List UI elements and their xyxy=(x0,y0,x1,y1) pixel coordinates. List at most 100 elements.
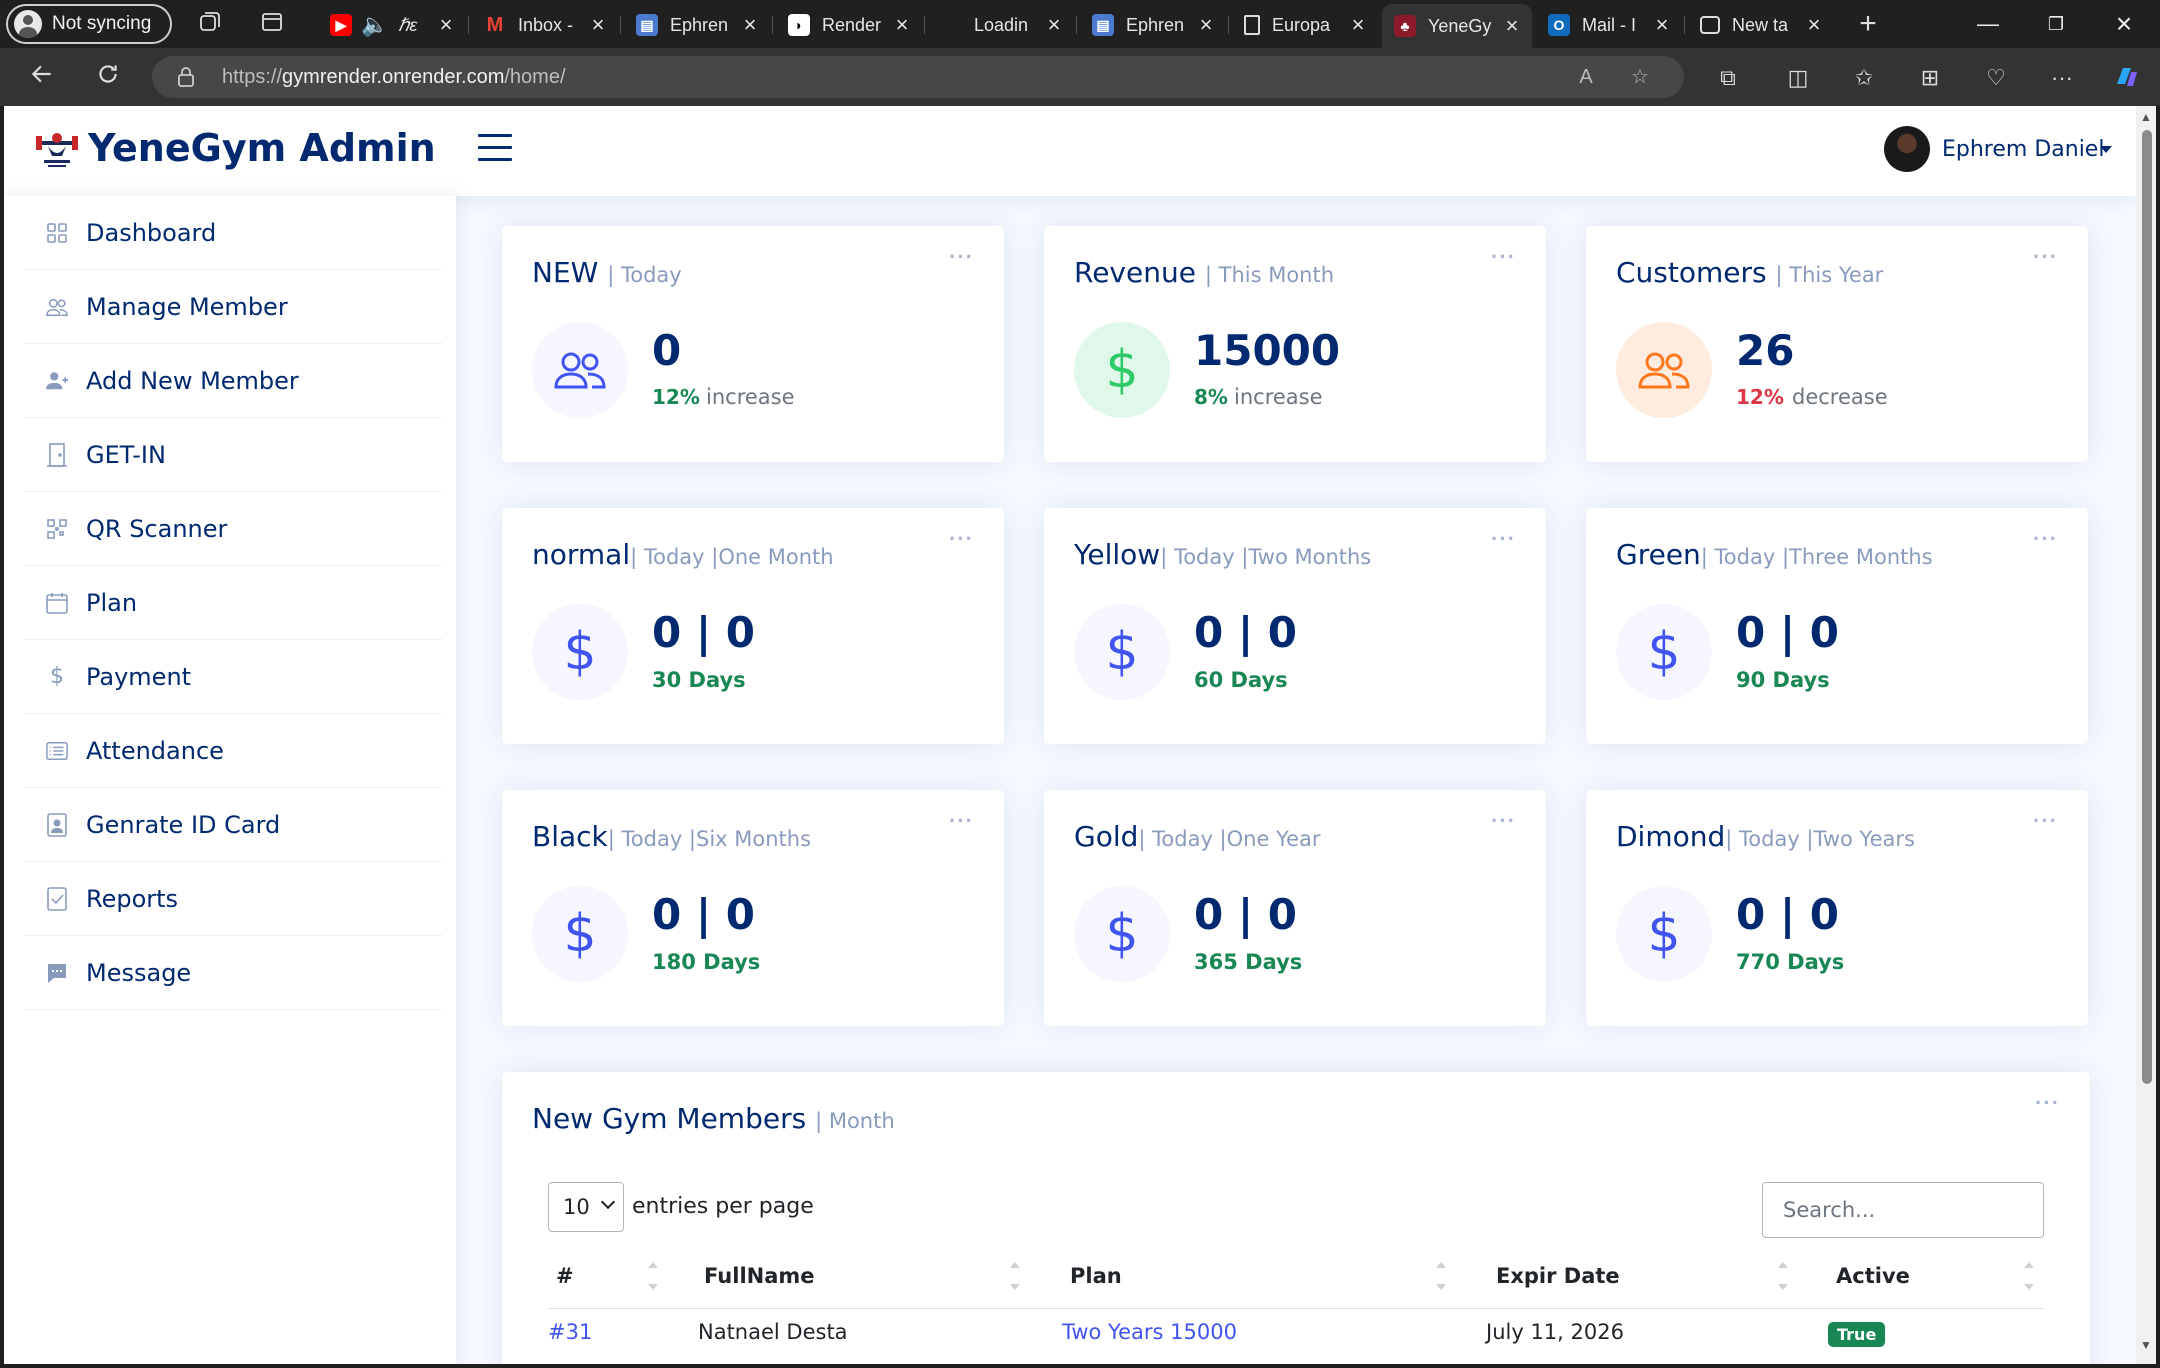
tab-close-icon[interactable]: × xyxy=(1650,12,1674,38)
collections-icon[interactable]: ⊞ xyxy=(1914,62,1946,94)
tab-actions-icon[interactable] xyxy=(258,10,286,38)
card-options-icon[interactable]: ··· xyxy=(1491,808,1516,834)
scroll-down-arrow-icon[interactable]: ▼ xyxy=(2140,1338,2152,1352)
sidebar-item-attendance[interactable]: Attendance xyxy=(24,714,442,788)
stat-trend: decrease xyxy=(1792,385,1888,409)
back-button[interactable] xyxy=(24,60,60,96)
card-options-icon[interactable]: ··· xyxy=(1491,526,1516,552)
address-bar[interactable]: https://gymrender.onrender.com/home/ A ☆ xyxy=(152,56,1684,98)
favorites-icon[interactable]: ✩ xyxy=(1848,62,1880,94)
plan-card-black: ··· Black| Today |Six Months $ 0 | 0 180… xyxy=(502,790,1004,1026)
card-options-icon[interactable]: ··· xyxy=(2033,244,2058,270)
new-tab-button[interactable]: + xyxy=(1854,9,1882,39)
sort-icon[interactable] xyxy=(2024,1262,2034,1296)
tab-outlook[interactable]: O Mail - I × xyxy=(1536,4,1682,46)
card-title: normal| Today |One Month xyxy=(532,538,834,571)
gym-logo-icon[interactable] xyxy=(34,126,80,172)
page-scrollbar[interactable]: ▲ ▼ xyxy=(2136,106,2156,1364)
sidebar-item-add-new-member[interactable]: Add New Member xyxy=(24,344,442,418)
people-icon xyxy=(46,296,68,318)
plan-card-normal: ··· normal| Today |One Month $ 0 | 0 30 … xyxy=(502,508,1004,744)
sidebar-item-get-in[interactable]: GET-IN xyxy=(24,418,442,492)
sort-icon[interactable] xyxy=(1010,1262,1020,1296)
sidebar-item-payment[interactable]: $ Payment xyxy=(24,640,442,714)
dollar-icon: $ xyxy=(1616,886,1712,982)
extensions-icon[interactable]: ⧉ xyxy=(1712,62,1744,94)
sort-icon[interactable] xyxy=(1436,1262,1446,1296)
sidebar-item-qr-scanner[interactable]: QR Scanner xyxy=(24,492,442,566)
stat-value: 15000 xyxy=(1194,326,1341,375)
browser-toolbar: https://gymrender.onrender.com/home/ A ☆… xyxy=(0,48,2160,106)
tab-close-icon[interactable]: × xyxy=(434,12,458,38)
card-options-icon[interactable]: ··· xyxy=(949,244,974,270)
scrollbar-thumb[interactable] xyxy=(2142,130,2152,1084)
sort-icon[interactable] xyxy=(1778,1262,1788,1296)
tab-youtube[interactable]: ▶ 🔈 ℏε × xyxy=(318,4,466,46)
sort-icon[interactable] xyxy=(648,1262,658,1296)
sidebar-item-manage-member[interactable]: Manage Member xyxy=(24,270,442,344)
copilot-icon[interactable] xyxy=(2110,62,2142,94)
user-name[interactable]: Ephrem Daniel xyxy=(1942,137,2104,162)
tab-close-icon[interactable]: × xyxy=(738,12,762,38)
card-options-icon[interactable]: ··· xyxy=(949,808,974,834)
minimize-button[interactable]: — xyxy=(1956,0,2020,48)
column-header-expir-date[interactable]: Expir Date xyxy=(1496,1264,1620,1288)
tab-document-2[interactable]: ▤ Ephren × xyxy=(1080,4,1226,46)
tab-close-icon[interactable]: × xyxy=(586,12,610,38)
tab-gmail[interactable]: M Inbox - × xyxy=(472,4,618,46)
workspaces-icon[interactable] xyxy=(196,10,224,38)
entries-per-page-select[interactable]: 10 xyxy=(548,1182,624,1232)
tab-close-icon[interactable]: × xyxy=(1042,12,1066,38)
card-options-icon[interactable]: ··· xyxy=(1491,244,1516,270)
tab-close-icon[interactable]: × xyxy=(1802,12,1826,38)
sidebar-item-plan[interactable]: Plan xyxy=(24,566,442,640)
menu-toggle-icon[interactable] xyxy=(478,134,512,164)
stat-card-customers: ··· Customers | This Year 26 12% decreas… xyxy=(1586,226,2088,462)
page-icon xyxy=(1244,15,1260,35)
read-aloud-icon[interactable]: A xyxy=(1572,63,1600,91)
tab-europa[interactable]: Europa × xyxy=(1232,4,1378,46)
tab-new-tab[interactable]: New ta × xyxy=(1688,4,1834,46)
table-search-input[interactable]: Search... xyxy=(1762,1182,2044,1238)
tab-close-icon[interactable]: × xyxy=(1194,12,1218,38)
person-add-icon xyxy=(46,370,68,392)
tab-close-icon[interactable]: × xyxy=(1346,12,1370,38)
card-options-icon[interactable]: ··· xyxy=(2033,808,2058,834)
sidebar-item-reports[interactable]: Reports xyxy=(24,862,442,936)
member-plan-link[interactable]: Two Years 15000 xyxy=(1062,1320,1237,1344)
column-header-fullname[interactable]: FullName xyxy=(704,1264,815,1288)
tab-close-icon[interactable]: × xyxy=(890,12,914,38)
refresh-button[interactable] xyxy=(90,60,126,96)
lock-icon[interactable] xyxy=(176,66,196,88)
tab-close-icon[interactable]: × xyxy=(1500,13,1524,39)
profile-label: Not syncing xyxy=(52,13,152,34)
tab-loading[interactable]: Loadin × xyxy=(928,4,1074,46)
column-header-plan[interactable]: Plan xyxy=(1070,1264,1122,1288)
tab-document-1[interactable]: ▤ Ephren × xyxy=(624,4,770,46)
favorite-star-icon[interactable]: ☆ xyxy=(1626,63,1654,91)
sidebar-item-genrate-id-card[interactable]: Genrate ID Card xyxy=(24,788,442,862)
user-avatar[interactable] xyxy=(1884,126,1930,172)
browser-essentials-icon[interactable]: ♡ xyxy=(1980,62,2012,94)
card-options-icon[interactable]: ··· xyxy=(2035,1090,2060,1116)
more-menu-icon[interactable]: ··· xyxy=(2046,62,2078,94)
restore-button[interactable]: ❐ xyxy=(2024,0,2088,48)
card-options-icon[interactable]: ··· xyxy=(949,526,974,552)
tab-yenegym-active[interactable]: ♣ YeneGy × xyxy=(1382,4,1532,48)
speaker-icon[interactable]: 🔈 xyxy=(361,12,388,37)
member-id-link[interactable]: #31 xyxy=(548,1320,592,1344)
column-header-active[interactable]: Active xyxy=(1836,1264,1910,1288)
app-title[interactable]: YeneGym Admin xyxy=(88,126,436,170)
stat-percent: 12% xyxy=(1736,385,1784,409)
close-window-button[interactable]: × xyxy=(2092,0,2156,48)
profile-button[interactable]: Not syncing xyxy=(6,4,172,44)
tab-render[interactable]: ◗ Render × xyxy=(776,4,922,46)
split-screen-icon[interactable]: ◫ xyxy=(1782,62,1814,94)
card-options-icon[interactable]: ··· xyxy=(2033,526,2058,552)
chevron-down-icon[interactable] xyxy=(2100,146,2112,153)
sidebar-item-dashboard[interactable]: Dashboard xyxy=(24,196,442,270)
column-header-number[interactable]: # xyxy=(556,1264,574,1288)
sidebar-item-message[interactable]: Message xyxy=(24,936,442,1010)
plan-card-dimond: ··· Dimond| Today |Two Years $ 0 | 0 770… xyxy=(1586,790,2088,1026)
scroll-up-arrow-icon[interactable]: ▲ xyxy=(2140,110,2152,124)
